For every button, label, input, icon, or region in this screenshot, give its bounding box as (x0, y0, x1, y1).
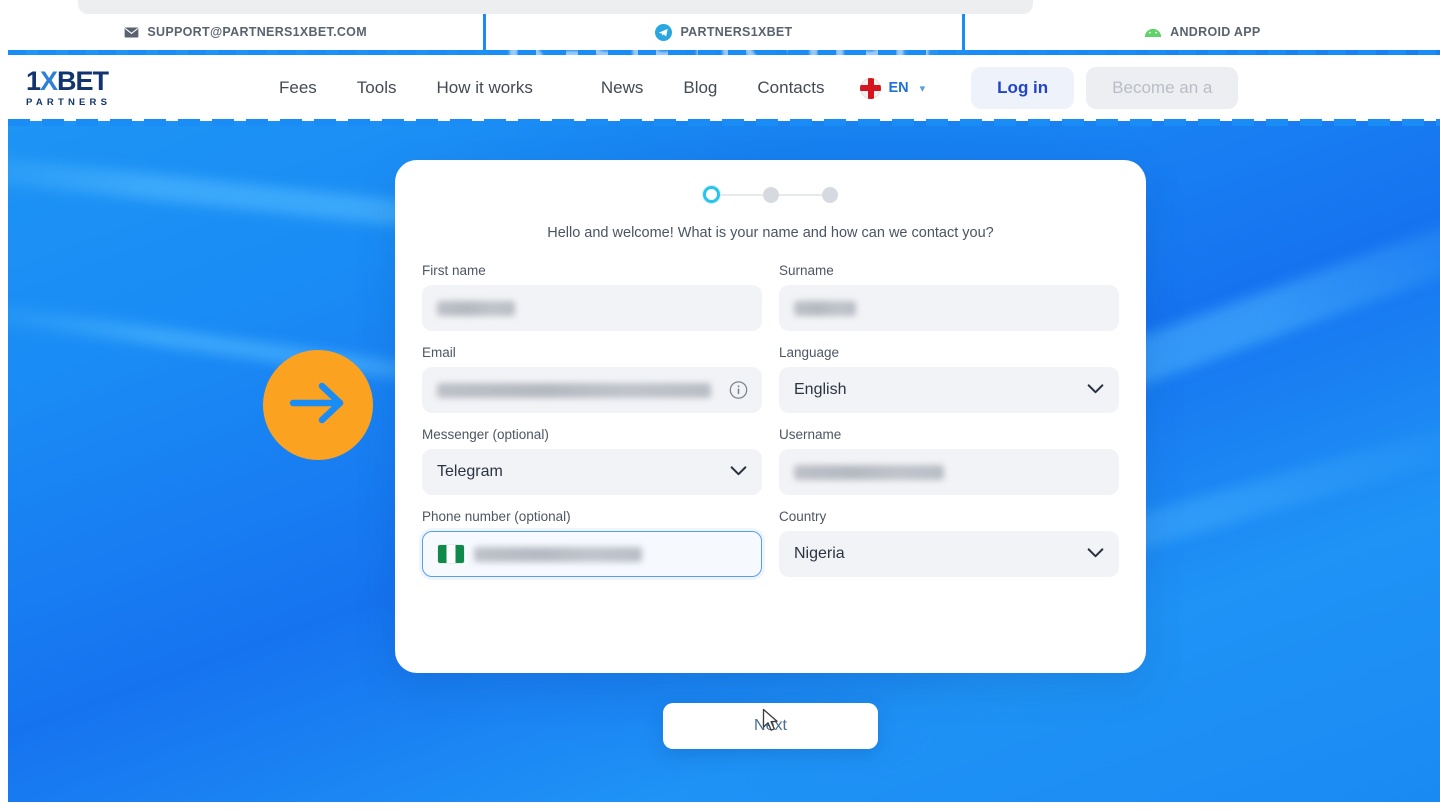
contact-topbar: SUPPORT@PARTNERS1XBET.COM PARTNERS1XBET (8, 14, 1440, 50)
info-icon[interactable] (729, 381, 748, 400)
redacted-value (794, 464, 944, 480)
nav-item-how-it-works[interactable]: How it works (436, 78, 532, 98)
field-label-first-name: First name (422, 263, 486, 278)
card-intro-text: Hello and welcome! What is your name and… (547, 225, 994, 241)
logo-subtitle: PARTNERS (26, 97, 112, 108)
nav-links-right: News Blog Contacts (601, 78, 825, 98)
step-dot-3[interactable] (822, 186, 838, 203)
language-select[interactable]: English (779, 367, 1119, 413)
field-phone-number: Phone number (optional) (422, 509, 762, 577)
field-label-language: Language (779, 345, 840, 360)
language-selected-value: English (794, 381, 847, 398)
topbar-item-android-app[interactable]: ANDROID APP (965, 14, 1440, 50)
first-name-input[interactable] (422, 285, 762, 331)
step-dot-1[interactable] (703, 186, 720, 203)
redacted-value (437, 382, 711, 398)
step-connector (720, 193, 763, 196)
england-flag-icon (860, 77, 882, 99)
brand-logo[interactable]: 1XBET PARTNERS (26, 66, 144, 110)
chevron-down-icon (1087, 382, 1104, 398)
country-select[interactable]: Nigeria (779, 531, 1119, 577)
logo-part-2: BET (57, 66, 109, 96)
messenger-select[interactable]: Telegram (422, 449, 762, 495)
topbar-item-support-email[interactable]: SUPPORT@PARTNERS1XBET.COM (8, 14, 483, 50)
country-selected-value: Nigeria (794, 545, 845, 562)
field-username: Username (779, 427, 1119, 495)
email-input[interactable] (422, 367, 762, 413)
nav-links-left: Fees Tools How it works (279, 78, 533, 98)
redacted-value (437, 300, 515, 316)
field-label-username: Username (779, 427, 842, 442)
field-label-email: Email (422, 345, 456, 360)
step-indicator (422, 160, 1119, 203)
redacted-value (794, 300, 856, 316)
nav-item-blog[interactable]: Blog (683, 78, 717, 98)
nav-item-tools[interactable]: Tools (357, 78, 397, 98)
navbar-scalloped-rule (8, 119, 1440, 126)
become-partner-button[interactable]: Become an a (1086, 67, 1239, 109)
step-connector (779, 193, 822, 196)
logo-part-x: X (40, 66, 58, 96)
chevron-down-icon (730, 464, 747, 480)
step-dot-2[interactable] (763, 186, 779, 203)
logo-part-1: 1 (26, 66, 41, 96)
surname-input[interactable] (779, 285, 1119, 331)
logo-wordmark: 1XBET (26, 68, 144, 95)
field-language: Language English (779, 345, 1119, 413)
field-label-phone-number: Phone number (optional) (422, 509, 571, 524)
topbar-item-telegram[interactable]: PARTNERS1XBET (486, 14, 961, 50)
android-icon (1144, 27, 1162, 38)
app-screen: REGISTRATION SUPPORT@PARTNERS1XBET.COM P… (0, 0, 1440, 810)
nav-item-fees[interactable]: Fees (279, 78, 317, 98)
main-navbar: 1XBET PARTNERS Fees Tools How it works N… (8, 55, 1440, 121)
field-label-surname: Surname (779, 263, 834, 278)
chevron-down-icon (1087, 546, 1104, 562)
envelope-icon (124, 26, 139, 38)
login-button[interactable]: Log in (971, 67, 1075, 109)
username-input[interactable] (779, 449, 1119, 495)
language-code: EN (888, 80, 909, 96)
language-switcher[interactable]: EN ▾ (860, 77, 926, 99)
messenger-selected-value: Telegram (437, 463, 503, 480)
annotation-arrow-badge (263, 350, 373, 460)
field-surname: Surname (779, 263, 1119, 331)
topbar-item-label: ANDROID APP (1170, 25, 1261, 39)
field-label-country: Country (779, 509, 827, 524)
registration-form: First name Surname Email Language Englis… (422, 263, 1119, 591)
field-messenger: Messenger (optional) Telegram (422, 427, 762, 495)
chevron-down-icon: ▾ (919, 82, 926, 95)
nigeria-flag-icon[interactable] (438, 545, 464, 563)
nav-item-news[interactable]: News (601, 78, 644, 98)
next-button[interactable]: Next (663, 703, 878, 749)
phone-number-input[interactable] (422, 531, 762, 577)
field-email: Email (422, 345, 762, 413)
telegram-icon (655, 23, 673, 41)
topbar-item-label: PARTNERS1XBET (680, 25, 793, 39)
right-arrow-icon (287, 380, 349, 431)
redacted-value (474, 546, 642, 562)
field-country: Country Nigeria (779, 509, 1119, 577)
field-label-messenger: Messenger (optional) (422, 427, 549, 442)
registration-card: Hello and welcome! What is your name and… (395, 160, 1146, 673)
topbar-item-label: SUPPORT@PARTNERS1XBET.COM (147, 25, 367, 39)
nav-item-contacts[interactable]: Contacts (757, 78, 824, 98)
field-first-name: First name (422, 263, 762, 331)
browser-chrome-strip (78, 0, 1033, 14)
